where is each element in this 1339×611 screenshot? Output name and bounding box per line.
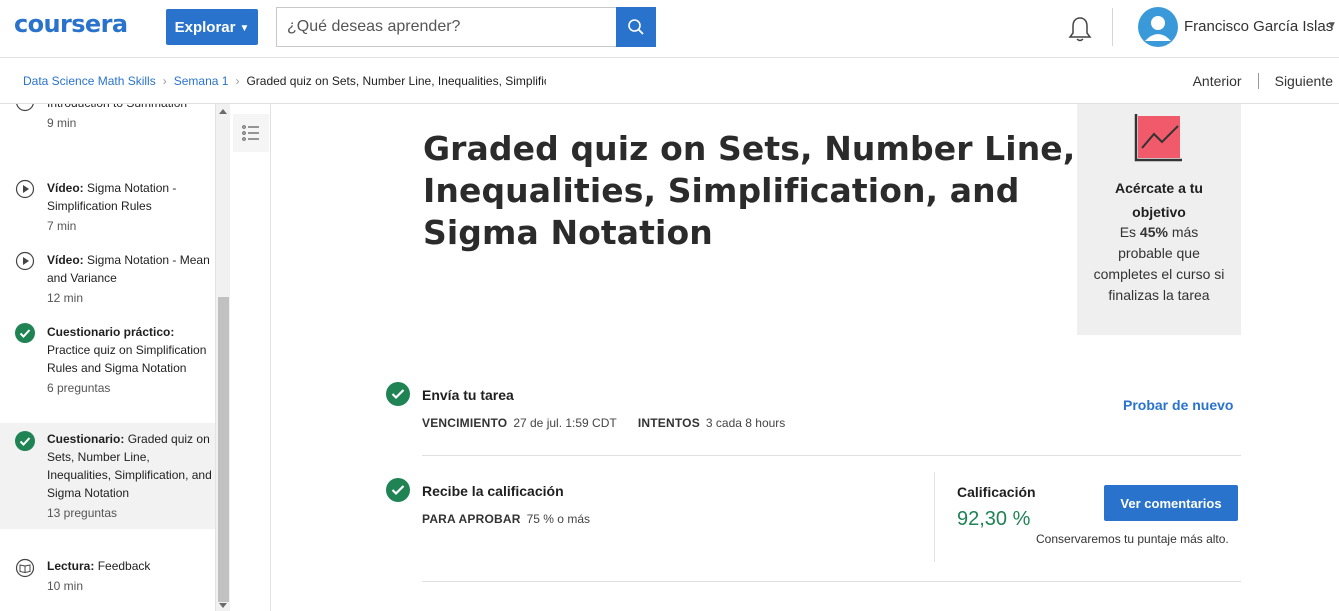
toc-toggle-button[interactable]	[233, 114, 269, 152]
explore-button[interactable]: Explorar ▼	[166, 9, 258, 45]
due-value: 27 de jul. 1:59 CDT	[513, 416, 617, 430]
chevron-right-icon: ›	[235, 74, 240, 88]
sidebar-item-kind: Lectura:	[47, 559, 95, 573]
grade-label: Calificación	[957, 484, 1036, 500]
grade-divider	[934, 472, 935, 562]
user-icon	[1145, 16, 1171, 41]
play-icon	[15, 179, 35, 199]
sidebar-item-meta: 6 preguntas	[47, 381, 111, 395]
notifications-bell-icon[interactable]	[1066, 14, 1094, 44]
retry-link[interactable]: Probar de nuevo	[1123, 397, 1233, 413]
sidebar-item-meta: 7 min	[47, 219, 77, 233]
breadcrumb-course[interactable]: Data Science Math Skills	[23, 74, 156, 88]
goal-body: Es 45% más probable que completes el cur…	[1077, 222, 1241, 306]
prev-next-nav: Anterior Siguiente	[1193, 73, 1333, 89]
search-input[interactable]	[276, 7, 617, 47]
header-divider	[1112, 8, 1113, 46]
goal-body-prefix: Es	[1119, 224, 1140, 240]
chevron-right-icon: ›	[162, 74, 167, 88]
page-title: Graded quiz on Sets, Number Line, Inequa…	[423, 129, 1076, 252]
search-button[interactable]	[616, 7, 656, 47]
sidebar-item-kind: Cuestionario:	[47, 432, 125, 446]
scroll-up-arrow-icon[interactable]	[219, 109, 227, 114]
top-header: coursera Explorar ▼ Francisco García Isl…	[0, 0, 1339, 58]
goal-percent: 45%	[1139, 224, 1168, 240]
next-button[interactable]: Siguiente	[1275, 73, 1333, 89]
search-icon	[628, 19, 644, 35]
sidebar-item-label: Practice quiz on Simplification Rules an…	[47, 343, 207, 375]
due-label: VENCIMIENTO	[422, 416, 508, 430]
check-circle-icon	[15, 431, 35, 451]
user-avatar[interactable]	[1138, 7, 1178, 47]
breadcrumb: Data Science Math Skills › Semana 1 › Gr…	[23, 74, 546, 88]
breadcrumb-week[interactable]: Semana 1	[174, 74, 229, 88]
user-name[interactable]: Francisco García Islas	[1184, 18, 1333, 35]
sidebar-item-kind: Vídeo:	[47, 181, 84, 195]
grade-row-title: Recibe la calificación	[422, 483, 564, 499]
attempts-value: 3 cada 8 hours	[705, 416, 786, 430]
submit-title: Envía tu tarea	[422, 387, 514, 403]
coursera-logo[interactable]: coursera	[14, 10, 128, 38]
breadcrumb-current: Graded quiz on Sets, Number Line, Inequa…	[246, 74, 546, 88]
goal-title: Acércate a tu objetivo	[1115, 180, 1203, 220]
check-circle-icon	[386, 478, 410, 502]
book-icon	[15, 558, 35, 578]
course-sidebar: Introduction to Summation 9 min Vídeo: S…	[0, 104, 230, 611]
play-icon	[16, 104, 34, 112]
pass-label: PARA APROBAR	[422, 512, 521, 526]
grade-value: 92,30 %	[957, 508, 1031, 530]
check-circle-icon	[15, 323, 35, 343]
divider	[422, 581, 1241, 582]
sidebar-item-kind: Cuestionario práctico:	[47, 325, 175, 339]
sidebar-item-meta: 9 min	[47, 116, 77, 130]
chevron-down-icon[interactable]: ▼	[1327, 20, 1337, 31]
scrollbar-thumb[interactable]	[218, 297, 229, 602]
sidebar-item-meta: 10 min	[47, 579, 84, 593]
sidebar-item-meta: 12 min	[47, 291, 84, 305]
scroll-down-arrow-icon[interactable]	[219, 603, 227, 608]
explore-label: Explorar	[174, 18, 236, 36]
trend-chart-icon	[1134, 114, 1182, 162]
list-icon	[242, 125, 259, 141]
chevron-down-icon: ▼	[239, 22, 250, 34]
goal-card: Acércate a tu objetivo Es 45% más probab…	[1077, 104, 1241, 335]
divider	[422, 455, 1241, 456]
breadcrumb-bar: Data Science Math Skills › Semana 1 › Gr…	[0, 59, 1339, 104]
pass-value: 75 % o más	[526, 512, 590, 526]
view-feedback-button[interactable]: Ver comentarios	[1104, 485, 1238, 521]
attempts-label: INTENTOS	[637, 416, 700, 430]
keep-highest-note: Conservaremos tu puntaje más alto.	[1036, 532, 1229, 546]
submit-meta: VENCIMIENTO 27 de jul. 1:59 CDT INTENTOS 3…	[422, 416, 785, 430]
previous-button[interactable]: Anterior	[1193, 73, 1242, 89]
sidebar-item-label: Introduction to Summation	[47, 104, 215, 112]
sidebar-item-label: Feedback	[97, 559, 151, 573]
sidebar-scrollbar[interactable]	[215, 104, 230, 611]
play-icon	[15, 251, 35, 271]
check-circle-icon	[386, 382, 410, 406]
sidebar-item-kind: Vídeo:	[47, 253, 84, 267]
nav-divider	[1257, 73, 1259, 89]
sidebar-item-meta: 13 preguntas	[47, 506, 118, 520]
toc-column	[231, 104, 271, 611]
pass-meta: PARA APROBAR 75 % o más	[422, 512, 590, 526]
